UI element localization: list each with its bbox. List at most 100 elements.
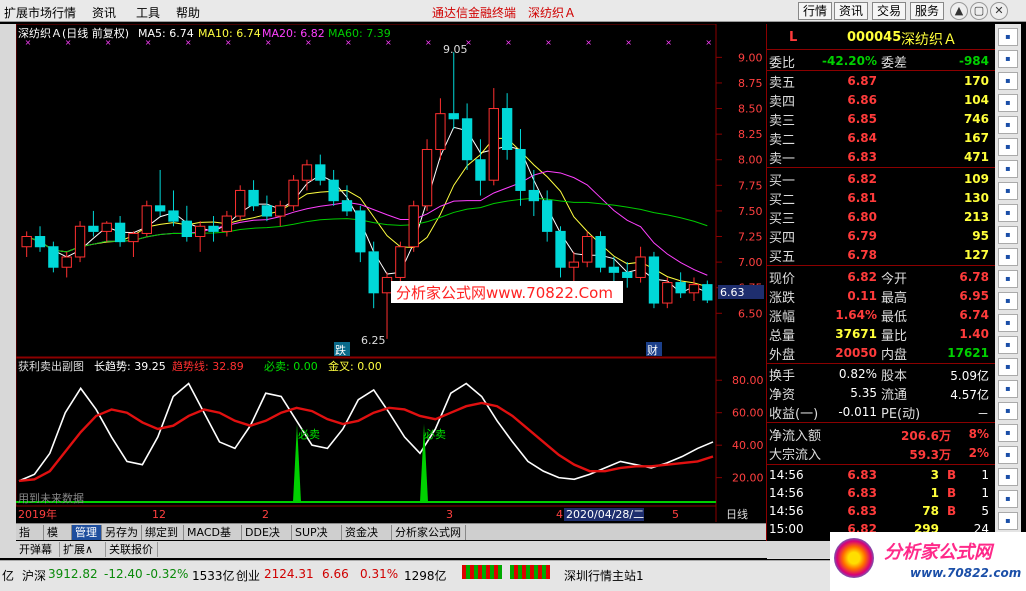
vol-icon[interactable]: ▪ bbox=[998, 336, 1018, 354]
candle-body bbox=[154, 205, 166, 212]
arrow-up-icon[interactable]: ▪ bbox=[998, 28, 1018, 46]
menu-tools[interactable]: 工具 bbox=[136, 4, 160, 21]
candle-body bbox=[208, 225, 219, 232]
status-cy-pct: 0.31% bbox=[360, 567, 399, 581]
logo: 分析家公式网 www.70822.com bbox=[830, 532, 1026, 591]
fin-value2-1: 4.57亿 bbox=[950, 388, 989, 402]
menu-news[interactable]: 资讯 bbox=[92, 4, 116, 21]
candle-body bbox=[408, 205, 419, 248]
price-axis: 9.008.758.508.258.007.757.507.257.006.75… bbox=[716, 51, 763, 320]
f10-icon[interactable]: ▪ bbox=[998, 226, 1018, 244]
sell-label-2: 必卖 bbox=[424, 428, 446, 441]
bid-price-0: 6.82 bbox=[847, 172, 877, 186]
fin-value1-1: 5.35 bbox=[850, 386, 877, 400]
candle-body bbox=[542, 200, 553, 232]
minimize-icon[interactable]: ▲ bbox=[950, 2, 968, 20]
candle-body bbox=[341, 200, 353, 212]
candle-body bbox=[301, 164, 313, 181]
stat-label1-3: 总量 bbox=[769, 329, 796, 344]
calc-icon[interactable]: ▪ bbox=[998, 380, 1018, 398]
high-price-label: 9.05 bbox=[443, 43, 468, 56]
side-toolbar: ▪▪▪▪▪▪▪▪▪▪▪▪▪▪▪▪▪▪▪▪▪▪▪▪ bbox=[995, 24, 1021, 564]
tool-icon[interactable]: ▪ bbox=[998, 402, 1018, 420]
ask-vol-4: 471 bbox=[963, 150, 989, 164]
close-icon[interactable]: ✕ bbox=[990, 2, 1008, 20]
tab-9[interactable]: 分析家公式网 bbox=[392, 525, 466, 540]
stock-code: 000045 bbox=[847, 30, 902, 45]
tab-8[interactable]: 资金决策 bbox=[342, 525, 392, 554]
menu-help[interactable]: 帮助 bbox=[176, 4, 200, 21]
candle-body bbox=[141, 205, 152, 234]
event-marker: × bbox=[505, 38, 512, 47]
candle-body bbox=[101, 222, 112, 232]
tab2-1[interactable]: 扩展∧ bbox=[60, 542, 106, 557]
table-icon[interactable]: ▪ bbox=[998, 182, 1018, 200]
settings-icon[interactable]: ▪ bbox=[998, 512, 1018, 530]
bid-vol-2: 213 bbox=[963, 210, 989, 224]
ma10-legend: MA10: 6.74 bbox=[198, 27, 261, 40]
tick-n-2: 5 bbox=[981, 504, 989, 518]
candle-body bbox=[74, 225, 86, 258]
kline-chart[interactable]: 9.008.758.508.258.007.757.507.257.006.75… bbox=[15, 23, 766, 522]
rsi-icon[interactable]: ▪ bbox=[998, 292, 1018, 310]
bar-icon[interactable]: ▪ bbox=[998, 204, 1018, 222]
tab-5[interactable]: MACD基本 bbox=[184, 525, 242, 554]
ask-label-0: 卖五 bbox=[769, 76, 796, 91]
menu-bar: 扩展市场行情 资讯 工具 帮助 通达信金融终端 深纺织Ａ 行情 资讯 交易 服务… bbox=[0, 0, 1026, 22]
trade-button[interactable]: 交易 bbox=[872, 2, 907, 20]
ask-price-3: 6.84 bbox=[847, 131, 877, 145]
stat-label2-1: 最高 bbox=[881, 291, 908, 306]
tab2-2[interactable]: 关联报价 bbox=[106, 542, 158, 557]
search-icon[interactable]: ▪ bbox=[998, 424, 1018, 442]
tab-1[interactable]: 模板 bbox=[44, 525, 72, 554]
mail-icon[interactable]: ▪ bbox=[998, 468, 1018, 486]
price-tick-label: 8.75 bbox=[738, 77, 763, 90]
candle-body bbox=[622, 271, 633, 278]
ma-icon[interactable]: ▪ bbox=[998, 314, 1018, 332]
flag: L bbox=[789, 30, 798, 45]
status-cy-amt: 1298亿 bbox=[404, 569, 447, 583]
bid-vol-1: 130 bbox=[963, 191, 989, 205]
pin-icon[interactable]: ▪ bbox=[998, 446, 1018, 464]
help-icon[interactable]: ▪ bbox=[998, 490, 1018, 508]
quote-button[interactable]: 行情 bbox=[798, 2, 833, 20]
restore-icon[interactable]: ▢ bbox=[970, 2, 988, 20]
chart-icon[interactable]: ▪ bbox=[998, 138, 1018, 156]
k-icon[interactable]: ▪ bbox=[998, 116, 1018, 134]
candle-body bbox=[328, 179, 339, 202]
tab-4[interactable]: 绑定到 bbox=[142, 525, 184, 540]
tab-6[interactable]: DDE决策 bbox=[242, 525, 292, 554]
dde-icon[interactable]: ▪ bbox=[998, 270, 1018, 288]
fiz-icon[interactable]: ▪ bbox=[998, 248, 1018, 266]
status-cy-chg: 6.66 bbox=[322, 567, 349, 581]
candle-body bbox=[395, 246, 406, 278]
bid-vol-4: 127 bbox=[963, 248, 989, 262]
tab2-0[interactable]: 开弹幕 bbox=[16, 542, 60, 557]
candle-body bbox=[368, 251, 379, 294]
grid-icon[interactable]: ▪ bbox=[998, 160, 1018, 178]
left-scroll-strip[interactable] bbox=[0, 24, 16, 558]
tab-2[interactable]: 管理 bbox=[72, 525, 102, 540]
kline-chart-svg[interactable]: 9.008.758.508.258.007.757.507.257.006.75… bbox=[15, 23, 766, 522]
list-icon[interactable]: ▪ bbox=[998, 94, 1018, 112]
fund-icon[interactable]: ▪ bbox=[998, 72, 1018, 90]
candle-body bbox=[128, 232, 139, 243]
bid-label-4: 买五 bbox=[769, 250, 796, 265]
ask-price-2: 6.85 bbox=[847, 112, 877, 126]
tab-7[interactable]: SUP决策 bbox=[292, 525, 342, 554]
current-price-tag: 6.63 bbox=[720, 286, 745, 299]
menu-expand-market[interactable]: 扩展市场行情 bbox=[4, 4, 76, 21]
tab-0[interactable]: 指标 bbox=[16, 525, 44, 554]
info-icon[interactable]: ▪ bbox=[998, 358, 1018, 376]
weicha-label: 委差 bbox=[881, 56, 908, 71]
candle-body bbox=[662, 282, 673, 304]
service-button[interactable]: 服务 bbox=[910, 2, 945, 20]
stat-value1-1: 0.11 bbox=[847, 289, 877, 303]
arrow-down-icon[interactable]: ▪ bbox=[998, 50, 1018, 68]
news-button[interactable]: 资讯 bbox=[834, 2, 869, 20]
candle-body bbox=[181, 220, 192, 238]
ma60-legend: MA60: 7.39 bbox=[328, 27, 391, 40]
tab-3[interactable]: 另存为 bbox=[102, 525, 142, 540]
weicha-value: -984 bbox=[958, 54, 989, 68]
event-marker: × bbox=[665, 38, 672, 47]
